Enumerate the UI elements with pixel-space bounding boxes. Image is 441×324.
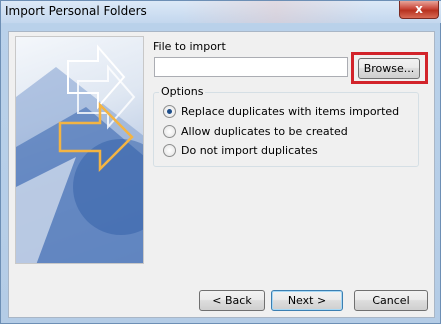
options-legend: Options bbox=[159, 85, 206, 98]
radio-button[interactable] bbox=[163, 124, 176, 138]
import-arrows-graphic-icon bbox=[16, 44, 143, 263]
radio-label: Do not import duplicates bbox=[181, 143, 318, 157]
file-path-input[interactable] bbox=[154, 57, 348, 77]
title-bar-background bbox=[181, 1, 371, 23]
radio-replace-duplicates[interactable]: Replace duplicates with items imported bbox=[163, 103, 399, 119]
title-bar[interactable]: Import Personal Folders x bbox=[1, 1, 441, 23]
window-title: Import Personal Folders bbox=[5, 4, 147, 18]
close-button[interactable]: x bbox=[399, 1, 439, 19]
file-to-import-label: File to import bbox=[153, 40, 226, 53]
back-button[interactable]: < Back bbox=[199, 290, 265, 311]
dialog-client-area: File to import Browse... Options Replace… bbox=[8, 31, 435, 318]
radio-label: Allow duplicates to be created bbox=[181, 124, 348, 138]
next-button[interactable]: Next > bbox=[271, 290, 343, 311]
radio-button-checked[interactable] bbox=[163, 104, 176, 118]
wizard-side-image bbox=[15, 36, 144, 264]
radio-do-not-import-duplicates[interactable]: Do not import duplicates bbox=[163, 142, 318, 158]
browse-button[interactable]: Browse... bbox=[358, 58, 420, 79]
close-icon: x bbox=[415, 2, 423, 16]
import-dialog-window: Import Personal Folders x File to import… bbox=[0, 0, 441, 324]
radio-button[interactable] bbox=[163, 143, 176, 157]
cancel-button[interactable]: Cancel bbox=[354, 290, 428, 311]
radio-allow-duplicates[interactable]: Allow duplicates to be created bbox=[163, 123, 348, 139]
radio-label: Replace duplicates with items imported bbox=[181, 104, 400, 118]
